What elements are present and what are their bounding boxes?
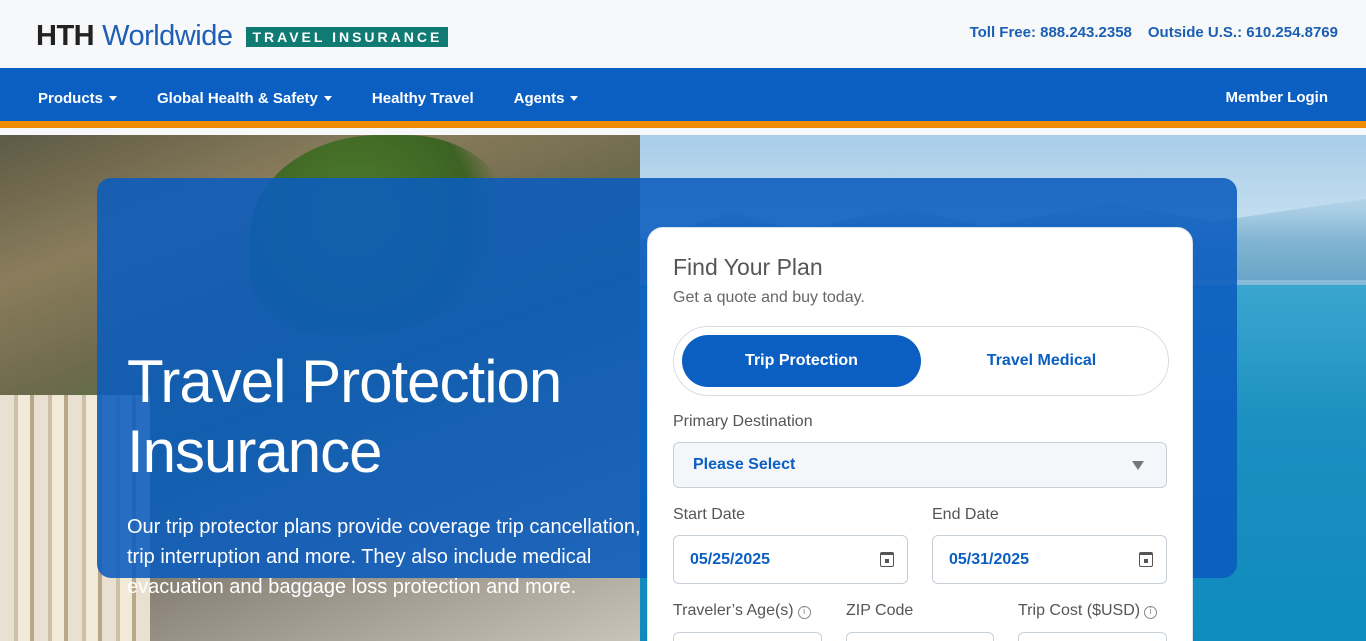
- end-date-label: End Date: [932, 506, 999, 523]
- dropdown-arrow-icon: [1132, 461, 1144, 470]
- phone-numbers: Toll Free: 888.243.2358 Outside U.S.: 61…: [970, 24, 1338, 41]
- destination-value: Please Select: [693, 456, 796, 473]
- hero-description: Our trip protector plans provide coverag…: [127, 516, 641, 598]
- traveler-age-label: Traveler’s Age(s) i: [673, 602, 811, 620]
- nav-global-health-label: Global Health & Safety: [157, 89, 318, 107]
- start-date-field[interactable]: 05/25/2025: [673, 535, 908, 584]
- start-date-value: 05/25/2025: [690, 551, 771, 568]
- end-date-value: 05/31/2025: [949, 551, 1030, 568]
- nav-agents[interactable]: Agents: [514, 90, 579, 107]
- calendar-icon[interactable]: [880, 552, 894, 567]
- plan-type-toggle: Trip Protection Travel Medical: [673, 326, 1169, 396]
- caret-down-icon: [323, 96, 332, 101]
- traveler-age-input[interactable]: [673, 632, 822, 641]
- nav-healthy-travel[interactable]: Healthy Travel: [372, 90, 474, 107]
- tab-travel-medical[interactable]: Travel Medical: [922, 335, 1161, 387]
- logo-hth: HTH: [36, 20, 95, 52]
- zip-code-label: ZIP Code: [846, 602, 914, 619]
- toll-free-number[interactable]: Toll Free: 888.243.2358: [970, 24, 1132, 41]
- plan-subtitle: Get a quote and buy today.: [673, 289, 865, 306]
- hero-title: Travel Protection Insurance: [127, 348, 562, 485]
- end-date-field[interactable]: 05/31/2025: [932, 535, 1167, 584]
- member-login-link[interactable]: Member Login: [1225, 68, 1328, 128]
- tab-trip-protection[interactable]: Trip Protection: [682, 335, 921, 387]
- nav-healthy-travel-label: Healthy Travel: [371, 89, 474, 107]
- nav-agents-label: Agents: [513, 89, 565, 107]
- caret-down-icon: [570, 96, 579, 101]
- destination-select[interactable]: Please Select: [673, 442, 1167, 488]
- info-icon[interactable]: i: [797, 606, 811, 619]
- main-nav: Products Global Health & Safety Healthy …: [0, 68, 1366, 128]
- find-plan-card: Find Your Plan Get a quote and buy today…: [647, 227, 1193, 641]
- zip-code-input[interactable]: [846, 632, 994, 641]
- logo-worldwide: Worldwide: [102, 20, 233, 52]
- plan-title: Find Your Plan: [673, 254, 823, 280]
- logo-tagline: TRAVEL INSURANCE: [246, 26, 449, 47]
- calendar-icon[interactable]: [1139, 552, 1153, 567]
- logo[interactable]: HTH Worldwide TRAVEL INSURANCE: [36, 20, 449, 53]
- caret-down-icon: [109, 96, 118, 101]
- trip-cost-text: Trip Cost ($USD): [1018, 602, 1141, 619]
- info-icon[interactable]: i: [1144, 606, 1158, 619]
- trip-cost-label: Trip Cost ($USD) i: [1018, 602, 1158, 620]
- destination-label: Primary Destination: [673, 413, 813, 430]
- nav-products[interactable]: Products: [38, 89, 118, 107]
- top-header: HTH Worldwide TRAVEL INSURANCE Toll Free…: [0, 0, 1366, 68]
- outside-us-number[interactable]: Outside U.S.: 610.254.8769: [1148, 24, 1338, 41]
- nav-global-health-safety[interactable]: Global Health & Safety: [157, 90, 332, 107]
- start-date-label: Start Date: [673, 506, 746, 523]
- nav-products-label: Products: [38, 89, 104, 107]
- trip-cost-input[interactable]: [1018, 632, 1167, 641]
- traveler-age-text: Traveler’s Age(s): [673, 602, 794, 619]
